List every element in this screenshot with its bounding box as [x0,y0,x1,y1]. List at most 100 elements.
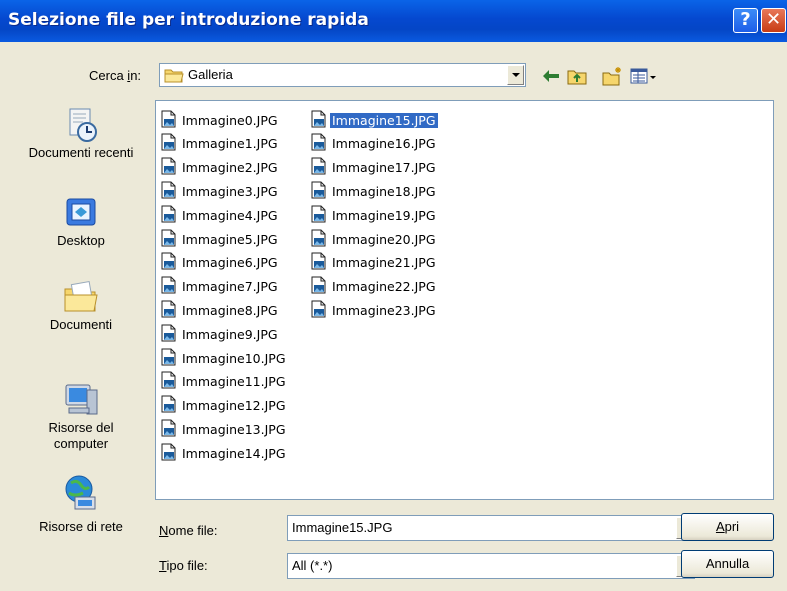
place-my-documents[interactable]: Documenti [11,277,151,333]
filetype-label: Tipo file: [159,558,208,573]
jpg-file-icon [310,181,328,202]
back-icon[interactable] [540,65,562,87]
place-my-computer[interactable]: Risorse del computer [11,380,151,452]
file-name: Immagine5.JPG [182,231,278,247]
close-button[interactable]: ✕ [761,8,786,33]
file-name: Immagine22.JPG [332,279,436,295]
list-item[interactable]: Immagine0.JPG [160,110,280,130]
folder-icon [164,68,184,86]
place-desktop[interactable]: Desktop [11,193,151,249]
open-button[interactable]: Apri [681,513,774,541]
jpg-file-icon [160,371,178,392]
file-name: Immagine14.JPG [182,445,286,461]
filename-combo[interactable]: Immagine15.JPG [287,515,695,541]
list-item[interactable]: Immagine1.JPG [160,133,280,154]
place-label: Risorse del computer [48,420,114,451]
file-name: Immagine18.JPG [332,183,436,199]
jpg-file-icon [160,419,178,440]
list-item[interactable]: Immagine8.JPG [160,300,280,320]
file-name: Immagine0.JPG [182,112,278,128]
jpg-file-icon [160,205,178,226]
list-item[interactable]: Immagine14.JPG [160,443,288,463]
file-name: Immagine12.JPG [182,398,286,414]
list-item[interactable]: Immagine17.JPG [310,157,438,178]
jpg-file-icon [310,276,328,297]
file-name: Immagine17.JPG [332,160,436,176]
look-in-combo[interactable]: Galleria [159,63,526,87]
look-in-dropdown-arrow[interactable] [507,65,524,85]
desktop-icon [66,198,96,226]
list-item[interactable]: Immagine4.JPG [160,205,280,225]
list-item[interactable]: Immagine11.JPG [160,371,288,392]
title-bar[interactable]: Selezione file per introduzione rapida ?… [0,0,787,42]
place-label: Risorse di rete [39,519,123,534]
file-name: Immagine13.JPG [182,421,286,437]
look-in-value: Galleria [188,67,233,82]
list-item[interactable]: Immagine16.JPG [310,133,438,154]
jpg-file-icon [160,324,178,345]
new-folder-icon[interactable] [601,65,623,87]
file-name: Immagine11.JPG [182,374,286,390]
place-label: Desktop [57,233,105,248]
list-item[interactable]: Immagine21.JPG [310,252,438,273]
my-documents-icon [64,281,98,312]
list-item[interactable]: Immagine2.JPG [160,157,280,178]
file-name: Immagine20.JPG [332,231,436,247]
list-item[interactable]: Immagine13.JPG [160,419,288,439]
list-item[interactable]: Immagine19.JPG [310,205,438,225]
jpg-file-icon [160,133,178,154]
jpg-file-icon [310,205,328,226]
list-item[interactable]: Immagine15.JPG [310,110,438,130]
help-button[interactable]: ? [733,8,758,33]
network-places-icon [65,475,96,510]
jpg-file-icon [310,157,328,178]
list-item[interactable]: Immagine5.JPG [160,229,280,249]
filetype-value: All (*.*) [292,558,333,573]
jpg-file-icon [160,300,178,321]
jpg-file-icon [160,348,178,369]
view-menu-icon[interactable] [629,65,659,87]
file-list[interactable]: Immagine0.JPG Immagine1.JPG Immagine2.JPG I… [155,100,774,500]
file-name: Immagine15.JPG [330,112,438,128]
place-network[interactable]: Risorse di rete [11,473,151,535]
file-name: Immagine16.JPG [332,136,436,152]
cancel-button[interactable]: Annulla [681,550,774,578]
places-bar: Documenti recenti Desktop Documenti Riso… [11,95,151,534]
list-item[interactable]: Immagine3.JPG [160,181,280,201]
list-item[interactable]: Immagine6.JPG [160,252,280,273]
jpg-file-icon [310,300,328,321]
jpg-file-icon [160,157,178,178]
list-item[interactable]: Immagine9.JPG [160,324,280,344]
list-item[interactable]: Immagine22.JPG [310,276,438,297]
place-recent-documents[interactable]: Documenti recenti [11,105,151,161]
filename-input[interactable]: Immagine15.JPG [292,520,392,535]
file-name: Immagine7.JPG [182,279,278,295]
list-item[interactable]: Immagine23.JPG [310,300,438,320]
place-label: Documenti recenti [28,145,134,160]
list-item[interactable]: Immagine20.JPG [310,229,438,249]
jpg-file-icon [160,443,178,464]
file-name: Immagine1.JPG [182,136,278,152]
list-item[interactable]: Immagine18.JPG [310,181,438,201]
list-item[interactable]: Immagine12.JPG [160,395,288,416]
jpg-file-icon [160,181,178,202]
file-name: Immagine8.JPG [182,302,278,318]
jpg-file-icon [310,110,328,131]
file-name: Immagine21.JPG [332,255,436,271]
my-computer-icon [65,384,98,415]
place-label: Documenti [49,317,113,332]
file-name: Immagine23.JPG [332,302,436,318]
look-in-label: Cerca in: [89,68,142,83]
jpg-file-icon [310,252,328,273]
list-item[interactable]: Immagine10.JPG [160,348,288,368]
list-item[interactable]: Immagine7.JPG [160,276,280,297]
jpg-file-icon [310,229,328,250]
file-name: Immagine3.JPG [182,183,278,199]
file-name: Immagine10.JPG [182,350,286,366]
jpg-file-icon [160,110,178,131]
filetype-combo[interactable]: All (*.*) [287,553,695,579]
up-folder-icon[interactable] [566,65,588,87]
filename-label: Nome file: [159,523,218,538]
jpg-file-icon [160,252,178,273]
file-name: Immagine2.JPG [182,160,278,176]
